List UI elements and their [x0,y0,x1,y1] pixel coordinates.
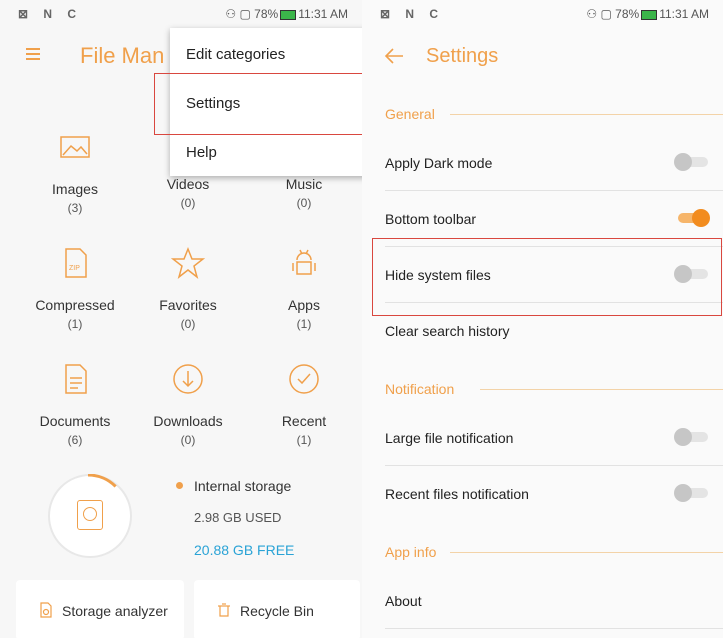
category-count: (6) [67,433,83,447]
category-documents[interactable]: Documents (6) [20,362,130,447]
category-count: (0) [180,317,196,331]
status-bar: ⊠ N C ⚇ ▢ 78% 11:31 AM [0,0,362,28]
storage-analyzer-button[interactable]: Storage analyzer [16,580,184,638]
status-right: ⚇ ▢ 78% 11:31 AM [225,7,348,21]
category-count: (0) [180,196,196,210]
category-apps[interactable]: Apps (1) [249,246,359,331]
category-name: Favorites [159,297,217,313]
recent-files-notification-toggle[interactable] [674,484,710,502]
battery-icon [280,9,297,20]
category-name: Recent [281,413,327,429]
row-divider [385,628,723,629]
category-count: (3) [67,201,83,215]
category-count: (0) [296,196,312,210]
large-file-notification-label: Large file notification [385,430,514,446]
large-file-notification-toggle[interactable] [674,428,710,446]
download-icon [173,364,203,394]
settings-screen: ⊠ N C ⚇ ▢ 78% 11:31 AM Settings General A… [362,0,723,638]
category-count: (0) [180,433,196,447]
section-divider [450,114,723,115]
category-count: (1) [67,317,83,331]
dark-mode-label: Apply Dark mode [385,155,493,171]
category-name: Music [285,176,323,192]
recycle-bin-icon [218,603,230,617]
back-arrow-icon[interactable] [384,47,404,65]
category-name: Compressed [35,297,115,313]
section-notification: Notification [385,381,455,397]
about-item[interactable]: About [385,593,422,609]
image-icon [60,136,90,158]
settings-title: Settings [426,45,499,67]
menu-item-edit-categories[interactable]: Edit categories [186,46,285,63]
app-title: File Man [80,43,165,68]
storage-card[interactable]: Internal storage 2.98 GB USED 20.88 GB F… [0,462,362,562]
storage-dot [176,482,183,489]
clear-search-history[interactable]: Clear search history [385,323,510,339]
recent-files-notification-label: Recent files notification [385,486,529,502]
android-icon [292,249,316,275]
category-recent[interactable]: Recent (1) [249,362,359,447]
storage-used: 2.98 GB USED [194,510,282,525]
category-favorites[interactable]: Favorites (0) [133,246,243,331]
category-name: Downloads [153,413,223,429]
category-name: Images [52,181,98,197]
analyzer-icon [40,602,52,618]
battery-icon [641,9,658,20]
category-count: (1) [296,433,312,447]
status-bar: ⊠ N C ⚇ ▢ 78% 11:31 AM [362,0,723,28]
status-icons: ⊠ N C [380,7,445,21]
storage-analyzer-label: Storage analyzer [62,603,168,619]
category-name: Videos [166,176,210,192]
recycle-bin-label: Recycle Bin [240,603,314,619]
menu-icon[interactable] [26,48,40,60]
menu-item-help[interactable]: Help [186,144,217,161]
category-count: (1) [296,317,312,331]
bottom-toolbar-label: Bottom toolbar [385,211,477,227]
check-circle-icon [289,364,319,394]
storage-free: 20.88 GB FREE [194,542,295,558]
recycle-bin-button[interactable]: Recycle Bin [194,580,360,638]
file-manager-screen: ⊠ N C ⚇ ▢ 78% 11:31 AM File Man Images (3… [0,0,362,638]
star-icon [170,246,206,279]
section-divider [450,552,723,553]
row-divider [385,465,723,466]
category-name: Documents [39,413,111,429]
section-general: General [385,106,435,122]
status-icons: ⊠ N C [18,7,83,21]
screenshot: ⊠ N C ⚇ ▢ 78% 11:31 AM File Man Images (3… [0,0,723,638]
dark-mode-toggle[interactable] [674,153,710,171]
highlight-box-settings [154,73,362,135]
document-icon [65,364,87,394]
category-name: Apps [288,297,320,313]
storage-name: Internal storage [194,478,292,494]
row-divider [385,190,723,191]
category-images[interactable]: Images (3) [20,130,130,215]
svg-text:ZIP: ZIP [69,265,80,272]
highlight-box-hide-system-files [372,238,722,316]
bottom-toolbar-toggle[interactable] [674,209,710,227]
section-divider [480,389,723,390]
zip-icon: ZIP [65,248,87,278]
status-right: ⚇ ▢ 78% 11:31 AM [586,7,709,21]
category-downloads[interactable]: Downloads (0) [133,362,243,447]
hard-disk-icon [77,500,103,530]
category-compressed[interactable]: ZIP Compressed (1) [20,246,130,331]
section-app-info: App info [385,544,437,560]
